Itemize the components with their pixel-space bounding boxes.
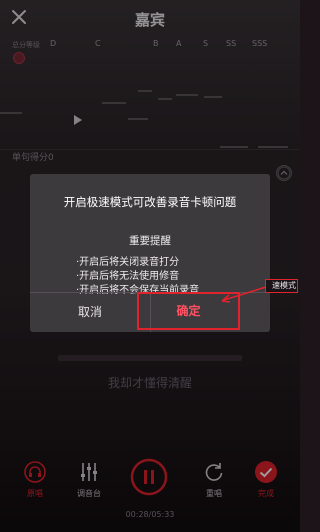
dialog-note-1: ·开启后将关闭录音打分 [76, 257, 180, 268]
cancel-button[interactable]: 取消 [30, 293, 150, 332]
dialog-title: 开启极速模式可改善录音卡顿问题 [63, 195, 237, 209]
arrow-annotation-icon [221, 286, 267, 303]
karaoke-screen: 嘉宾 总分等级 D C B A S SS SSS 单句得分0 我却才懂得清醒 原… [0, 0, 300, 532]
dialog-note-2: ·开启后将无法使用修音 [76, 271, 180, 282]
dialog-subtitle: 重要提醒 [129, 235, 171, 247]
